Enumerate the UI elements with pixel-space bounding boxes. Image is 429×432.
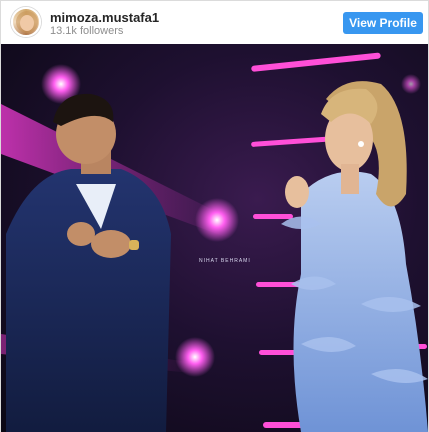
avatar-face-shape xyxy=(20,15,34,31)
post-photo[interactable]: NIHAT BEHRAMI xyxy=(1,44,428,432)
view-profile-button[interactable]: View Profile xyxy=(343,12,423,34)
profile-username[interactable]: mimoza.mustafa1 xyxy=(50,10,159,25)
profile-header: mimoza.mustafa1 13.1k followers View Pro… xyxy=(1,1,428,44)
follower-count: 13.1k followers xyxy=(50,25,124,37)
spotlight xyxy=(195,198,239,242)
stage-scene: NIHAT BEHRAMI xyxy=(1,52,428,432)
instagram-embed: mimoza.mustafa1 13.1k followers View Pro… xyxy=(0,0,429,432)
woman-figure xyxy=(281,81,428,432)
spotlight xyxy=(175,337,215,377)
photo-watermark: NIHAT BEHRAMI xyxy=(199,258,251,264)
spotlight xyxy=(401,74,421,94)
profile-avatar[interactable] xyxy=(11,7,41,37)
